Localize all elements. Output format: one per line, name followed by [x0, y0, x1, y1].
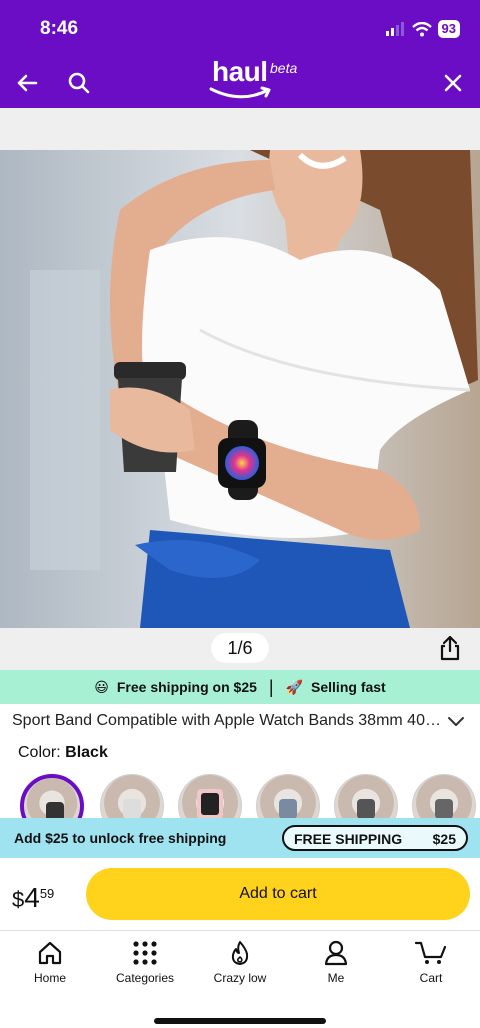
tab-categories[interactable]: Categories [97, 939, 193, 985]
search-icon[interactable] [66, 70, 92, 96]
tab-home-label: Home [33, 971, 66, 985]
flame-icon [231, 941, 249, 965]
tab-me-label: Me [327, 971, 345, 985]
home-icon [38, 941, 62, 965]
pill-label: FREE SHIPPING [294, 831, 403, 847]
promo-separator: | [268, 676, 274, 697]
grid-icon [133, 941, 157, 965]
free-shipping-pill[interactable]: FREE SHIPPING $25 [282, 825, 468, 851]
product-image[interactable] [0, 150, 480, 628]
shipping-message: Add $25 to unlock free shipping [14, 830, 227, 846]
price-dollars: 4 [24, 882, 40, 913]
free-shipping-bar: Add $25 to unlock free shipping FREE SHI… [0, 818, 480, 858]
close-icon[interactable] [440, 70, 466, 96]
tab-cart-label: Cart [419, 971, 443, 985]
color-swatch-pink[interactable] [178, 774, 242, 818]
color-value: Black [65, 744, 108, 761]
cart-icon [414, 941, 447, 964]
color-swatch[interactable] [334, 774, 398, 818]
color-swatch[interactable] [100, 774, 164, 818]
color-label-text: Color: [18, 744, 61, 761]
signal-icon [385, 22, 404, 36]
promo-free-shipping: Free shipping on $25 [116, 679, 257, 695]
gallery-bar: 1/6 [0, 628, 480, 670]
back-arrow-icon[interactable] [14, 70, 40, 96]
tab-crazy-low[interactable]: Crazy low [192, 939, 288, 985]
tab-cart[interactable]: Cart [383, 939, 479, 985]
product-photo [0, 150, 480, 628]
tab-crazy-low-label: Crazy low [213, 971, 267, 985]
product-title-row[interactable]: Sport Band Compatible with Apple Watch B… [0, 704, 480, 738]
logo-word: haul [212, 56, 268, 87]
haul-logo: haul beta [206, 56, 306, 106]
home-indicator [154, 1018, 326, 1024]
image-page-counter: 1/6 [211, 633, 269, 663]
nav-bar: haul beta [0, 56, 480, 108]
color-swatch-black[interactable] [20, 774, 84, 818]
chevron-down-icon[interactable] [446, 712, 466, 732]
tab-home[interactable]: Home [2, 939, 98, 985]
person-icon [324, 940, 348, 966]
rocket-emoji-icon: 🚀 [285, 678, 304, 695]
smile-arrow-icon [209, 86, 271, 99]
logo-beta-tag: beta [270, 60, 298, 76]
color-swatch[interactable] [412, 774, 476, 818]
tab-categories-label: Categories [115, 971, 175, 985]
price-currency: $ [12, 887, 25, 912]
battery-indicator: 93 [437, 20, 460, 38]
pill-amount: $25 [432, 831, 456, 847]
color-swatch[interactable] [256, 774, 320, 818]
share-icon[interactable] [436, 634, 464, 662]
status-icons: 93 [385, 20, 460, 38]
add-to-cart-button[interactable]: Add to cart [86, 868, 470, 920]
price: $459 [12, 882, 54, 914]
tab-me[interactable]: Me [288, 939, 384, 985]
promo-banner: 😃 Free shipping on $25 | 🚀 Selling fast [0, 670, 480, 704]
status-bar: 8:46 93 [0, 0, 480, 58]
smile-emoji-icon: 😃 [94, 678, 109, 695]
price-cents: 59 [39, 886, 55, 901]
gray-strip [0, 108, 480, 150]
wifi-icon [411, 21, 432, 36]
color-swatches [0, 770, 480, 818]
color-label: Color: Black [18, 744, 108, 762]
bottom-tab-bar: Home Categories Crazy low Me Cart [0, 930, 480, 1000]
promo-selling-fast: Selling fast [311, 679, 386, 695]
product-title: Sport Band Compatible with Apple Watch B… [12, 712, 442, 729]
status-time: 8:46 [40, 18, 79, 39]
